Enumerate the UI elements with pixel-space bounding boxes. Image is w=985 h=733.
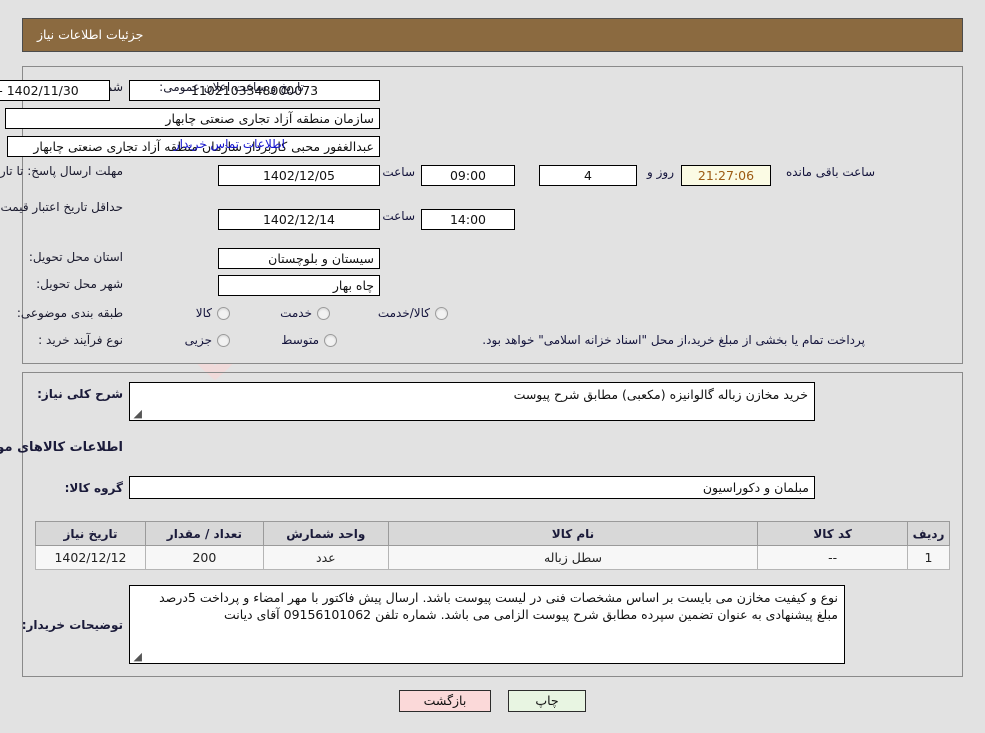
city-label: شهر محل تحویل: (36, 277, 123, 291)
radio-category-kala-label: کالا (195, 306, 212, 320)
radio-category-kala-khedmat-label: کالا/خدمت (377, 306, 430, 320)
countdown-timer: 21:27:06 (681, 165, 771, 186)
page-title: جزئیات اطلاعات نیاز (37, 27, 144, 42)
table-header-row: ردیف کد کالا نام کالا واحد شمارش تعداد /… (35, 521, 950, 546)
table-row: 1 -- سطل زباله عدد 200 1402/12/12 (35, 545, 950, 570)
public-announce-field[interactable]: 1402/11/30 - 10:33 (0, 80, 110, 101)
cell-code: -- (757, 545, 909, 570)
back-button[interactable]: بازگشت (399, 690, 491, 712)
reply-deadline-hour-label: ساعت (382, 165, 415, 179)
buyer-notes-value: نوع و کیفیت مخازن می بایست بر اساس مشخصا… (159, 590, 838, 622)
remaining-suffix-label: ساعت باقی مانده (785, 165, 875, 179)
need-summary-label: شرح کلی نیاز: (37, 387, 123, 401)
category-label: طبقه بندی موضوعی: (16, 306, 123, 320)
cell-radif: 1 (907, 545, 950, 570)
radio-category-khedmat-label: خدمت (280, 306, 312, 320)
cell-need-date: 1402/12/12 (35, 545, 146, 570)
radio-process-jozi-label: جزیی (184, 333, 212, 347)
buyer-contact-link[interactable]: اطلاعات تماس خریدار (174, 137, 285, 151)
days-word-label: روز و (647, 165, 674, 179)
cell-name: سطل زباله (387, 545, 759, 570)
th-radif: ردیف (907, 521, 950, 546)
radio-process-motavaset[interactable] (324, 333, 337, 347)
goods-table: ردیف کد کالا نام کالا واحد شمارش تعداد /… (35, 521, 950, 570)
price-validity-time-field[interactable]: 14:00 (421, 209, 515, 230)
radio-category-kala-khedmat[interactable] (435, 306, 448, 320)
reply-deadline-date-field[interactable]: 1402/12/05 (218, 165, 380, 186)
resize-grip-icon[interactable]: ◢ (132, 408, 142, 419)
page-root: AriaTender.net جزئیات اطلاعات نیاز شماره… (0, 0, 985, 733)
window-title-bar: جزئیات اطلاعات نیاز (22, 18, 963, 52)
goods-group-label: گروه کالا: (64, 481, 123, 495)
th-need-date: تاریخ نیاز (35, 521, 146, 546)
public-announce-label: تاریخ و ساعت اعلان عمومی: (159, 80, 304, 94)
price-validity-hour-label: ساعت (382, 209, 415, 223)
need-summary-textarea[interactable]: خرید مخازن زباله گالوانیزه (مکعبی) مطابق… (129, 382, 815, 421)
resize-grip-icon[interactable]: ◢ (132, 651, 142, 662)
province-field[interactable]: سیستان و بلوچستان (218, 248, 380, 269)
treasury-note: پرداخت تمام یا بخشی از مبلغ خرید،از محل … (482, 333, 865, 347)
th-quantity: تعداد / مقدار (144, 521, 264, 546)
reply-deadline-label: مهلت ارسال پاسخ: تا تاریخ: (0, 164, 123, 178)
goods-info-heading: اطلاعات کالاهای مورد نیاز (0, 440, 123, 455)
price-validity-label: حداقل تاریخ اعتبار قیمت: تا تاریخ: (0, 200, 123, 214)
buyer-notes-textarea[interactable]: نوع و کیفیت مخازن می بایست بر اساس مشخصا… (129, 585, 845, 664)
price-validity-date-field[interactable]: 1402/12/14 (218, 209, 380, 230)
radio-process-jozi[interactable] (217, 333, 230, 347)
days-remaining-field[interactable]: 4 (539, 165, 637, 186)
radio-process-motavaset-label: متوسط (281, 333, 319, 347)
need-summary-value: خرید مخازن زباله گالوانیزه (مکعبی) مطابق… (513, 387, 808, 402)
cell-quantity: 200 (144, 545, 264, 570)
process-label: نوع فرآیند خرید : (38, 333, 123, 347)
cell-unit: عدد (262, 545, 389, 570)
buyer-notes-label: توضیحات خریدار: (21, 618, 123, 632)
buyer-org-field[interactable]: سازمان منطقه آزاد تجاری صنعتی چابهار (5, 108, 380, 129)
th-code: کد کالا (757, 521, 909, 546)
city-field[interactable]: چاه بهار (218, 275, 380, 296)
radio-category-khedmat[interactable] (317, 306, 330, 320)
reply-deadline-time-field[interactable]: 09:00 (421, 165, 515, 186)
province-label: استان محل تحویل: (28, 250, 123, 264)
th-name: نام کالا (387, 521, 759, 546)
print-button[interactable]: چاپ (508, 690, 586, 712)
radio-category-kala[interactable] (217, 306, 230, 320)
th-unit: واحد شمارش (262, 521, 389, 546)
goods-group-field[interactable]: مبلمان و دکوراسیون (129, 476, 815, 499)
